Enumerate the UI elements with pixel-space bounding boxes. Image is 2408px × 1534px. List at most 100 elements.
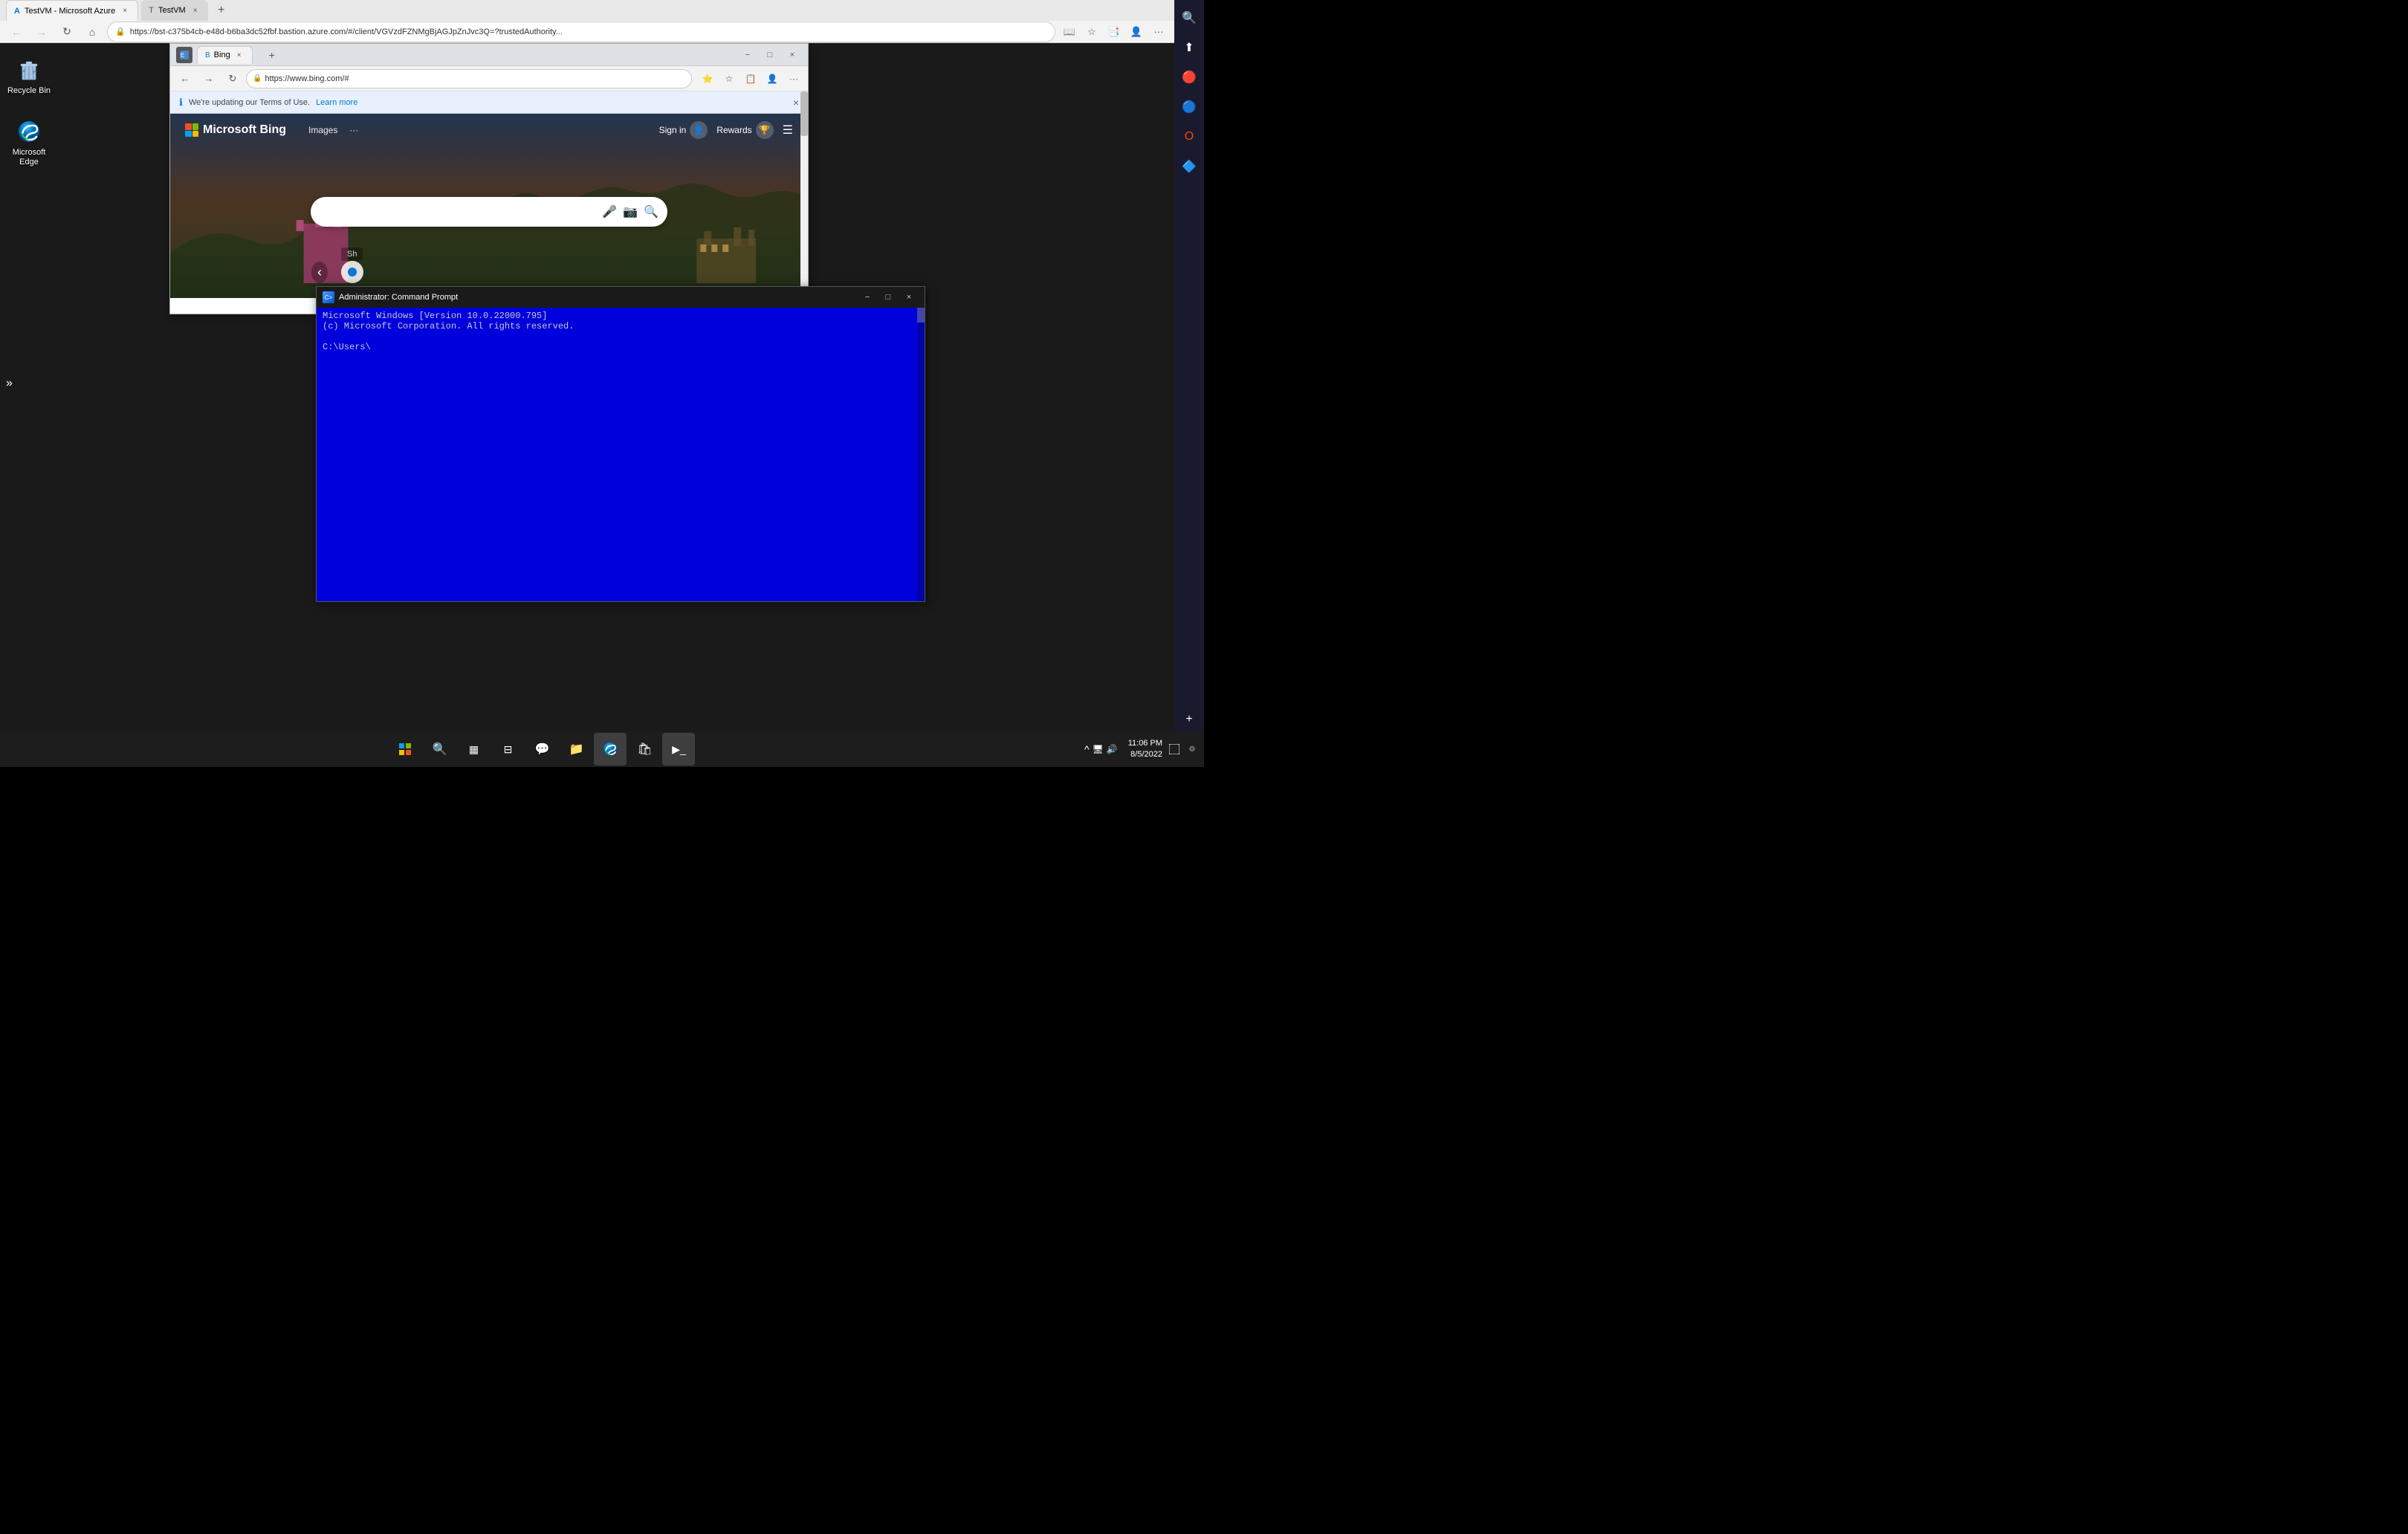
notification-close-btn[interactable]: × [793, 97, 799, 109]
taskbar-terminal-btn[interactable]: ▶_ [662, 733, 695, 766]
notification-text: We're updating our Terms of Use. [189, 98, 310, 107]
outer-tab1-title: TestVM - Microsoft Azure [25, 7, 115, 16]
inner-maximize-btn[interactable]: □ [760, 48, 780, 62]
bing-rewards[interactable]: Rewards 🏆 [716, 121, 773, 139]
edge-image [16, 118, 42, 145]
cmd-line3 [323, 331, 919, 342]
outer-tab-testvm[interactable]: T TestVM × [141, 0, 207, 21]
reading-view-btn[interactable]: 📖 [1060, 22, 1079, 42]
tray-network-icon[interactable]: 🖥 [1093, 744, 1104, 754]
bing-hamburger-menu[interactable]: ☰ [783, 123, 793, 137]
bing-logo-text: Microsoft Bing [203, 123, 286, 137]
back-button[interactable]: ← [6, 22, 27, 42]
cmd-window: C> Administrator: Command Prompt − □ × M… [316, 286, 925, 602]
inner-tab-close[interactable]: × [234, 50, 245, 60]
search-icon[interactable]: 🔍 [644, 204, 658, 219]
rewards-text: Rewards [716, 125, 751, 135]
sign-in-text: Sign in [659, 125, 687, 135]
bing-search-input[interactable] [320, 206, 596, 218]
notification-center-btn[interactable] [1167, 742, 1182, 757]
visual-search-icon[interactable]: 📷 [623, 204, 638, 219]
collections-btn[interactable]: 📑 [1104, 22, 1124, 42]
bing-notification: ℹ We're updating our Terms of Use. Learn… [170, 91, 808, 114]
azure-search-btn[interactable]: 🔍 [1177, 6, 1201, 30]
azure-clipboard-btn[interactable]: 🔴 [1177, 65, 1201, 89]
taskbar-time-display: 11:06 PM [1128, 738, 1162, 749]
rewards-icon: 🏆 [756, 121, 774, 139]
lock-icon: 🔒 [115, 27, 126, 36]
inner-url-text: https://www.bing.com/# [265, 74, 349, 83]
forward-button[interactable]: → [31, 22, 52, 42]
cmd-line2: (c) Microsoft Corporation. All rights re… [323, 321, 919, 331]
azure-sidebar: 🔍 ⬆ 🔴 🔵 O 🔷 + [1174, 0, 1204, 731]
inner-star-btn[interactable]: ⭐ [698, 69, 717, 88]
taskbar: 🔍 ▦ ⊟ 💬 📁 [0, 731, 1204, 767]
home-button[interactable]: ⌂ [82, 22, 103, 42]
cmd-close-btn[interactable]: × [899, 290, 919, 305]
outer-tab2-close[interactable]: × [190, 5, 201, 16]
outer-browser-tabs: A TestVM - Microsoft Azure × T TestVM × … [0, 0, 1174, 21]
bing-more-link[interactable]: ··· [349, 125, 358, 135]
bing-images-link[interactable]: Images [308, 125, 337, 135]
outer-tab-testvm-azure[interactable]: A TestVM - Microsoft Azure × [6, 0, 138, 21]
microphone-icon[interactable]: 🎤 [602, 204, 617, 219]
recycle-bin-icon[interactable]: Recycle Bin [1, 54, 56, 99]
favorites-btn[interactable]: ☆ [1082, 22, 1101, 42]
inner-browser-tab[interactable]: B Bing × [197, 46, 253, 64]
edge-label: Microsoft Edge [4, 148, 54, 167]
cmd-scrollbar[interactable] [917, 308, 925, 601]
refresh-button[interactable]: ↻ [56, 22, 77, 42]
carousel-left-arrow[interactable]: ‹ [311, 262, 328, 283]
inner-refresh-btn[interactable]: ↻ [222, 68, 243, 89]
azure-upload-btn[interactable]: ⬆ [1177, 36, 1201, 59]
new-tab-button[interactable]: + [211, 0, 232, 21]
taskbar-clock[interactable]: 11:06 PM 8/5/2022 [1128, 738, 1162, 761]
carousel-indicator[interactable] [341, 261, 363, 283]
cmd-content[interactable]: Microsoft Windows [Version 10.0.22000.79… [317, 308, 925, 601]
inner-minimize-btn[interactable]: − [738, 48, 757, 62]
inner-new-tab-btn[interactable]: + [262, 45, 282, 65]
taskbar-edge-btn[interactable] [594, 733, 627, 766]
inner-profile-btn[interactable]: 👤 [763, 69, 782, 88]
inner-address-bar[interactable]: 🔒 https://www.bing.com/# [246, 69, 692, 88]
azure-office-btn[interactable]: O [1177, 125, 1201, 149]
bing-show-more[interactable]: Sh [341, 247, 363, 261]
cmd-minimize-btn[interactable]: − [858, 290, 877, 305]
azure-settings-btn[interactable]: 🔷 [1177, 155, 1201, 178]
address-bar[interactable]: 🔒 https://bst-c375b4cb-e48d-b6ba3dc52fbf… [107, 22, 1055, 42]
inner-more-btn[interactable]: ··· [784, 69, 803, 88]
inner-fav-btn[interactable]: ☆ [719, 69, 739, 88]
taskbar-expand[interactable]: » [6, 377, 13, 390]
taskbar-left: 🔍 ▦ ⊟ 💬 📁 [0, 733, 1084, 766]
tray-volume-icon[interactable]: 🔊 [1107, 744, 1118, 754]
taskbar-teams-btn[interactable]: 💬 [525, 733, 558, 766]
settings-btn[interactable]: ··· [1149, 22, 1168, 42]
logo-sq-yellow [192, 131, 199, 137]
inner-forward-btn[interactable]: → [198, 68, 219, 89]
azure-add-btn[interactable]: + [1177, 708, 1201, 731]
sign-in-avatar: 👤 [690, 121, 708, 139]
tray-expand-icon[interactable]: ^ [1084, 743, 1090, 755]
inner-collections-btn[interactable]: 📋 [741, 69, 760, 88]
inner-close-btn[interactable]: × [783, 48, 802, 62]
edge-desktop-icon[interactable]: Microsoft Edge [1, 115, 56, 170]
outer-tab1-close[interactable]: × [120, 6, 130, 16]
taskbar-explorer-btn[interactable]: 📁 [560, 733, 592, 766]
cmd-maximize-btn[interactable]: □ [878, 290, 898, 305]
taskbar-store-btn[interactable]: 🛍 [628, 733, 661, 766]
bing-sign-in[interactable]: Sign in 👤 [659, 121, 708, 139]
learn-more-link[interactable]: Learn more [316, 98, 357, 107]
outer-tab2-favicon: T [149, 6, 154, 15]
profile-btn[interactable]: 👤 [1127, 22, 1146, 42]
taskbar-widgets-btn[interactable]: ▦ [457, 733, 490, 766]
bing-search-icons: 🎤 📷 🔍 [602, 204, 658, 219]
inner-browser-nav: ← → ↻ 🔒 https://www.bing.com/# ⭐ ☆ 📋 👤 ·… [170, 66, 808, 91]
bing-search-box: 🎤 📷 🔍 [311, 197, 667, 227]
taskbar-search-btn[interactable]: 🔍 [423, 733, 456, 766]
taskbar-snap-btn[interactable]: ⊟ [491, 733, 524, 766]
inner-back-btn[interactable]: ← [175, 68, 195, 89]
azure-blue-btn[interactable]: 🔵 [1177, 95, 1201, 119]
taskbar-right: ^ 🖥 🔊 11:06 PM 8/5/2022 ⚙ [1084, 733, 1204, 766]
start-button[interactable] [389, 733, 421, 766]
taskbar-settings-gear[interactable]: ⚙ [1186, 733, 1198, 766]
